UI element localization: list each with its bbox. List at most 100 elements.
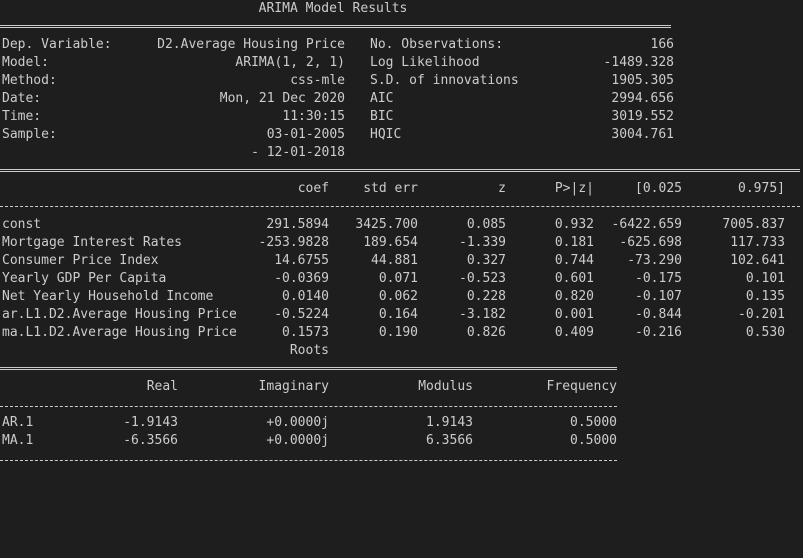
coef-column-header: [0.025 [635, 181, 682, 196]
ci-low-value: -0.107 [635, 289, 682, 304]
header-value: - 12-01-2018 [251, 145, 345, 160]
roots-column-header: Imaginary [258, 379, 329, 394]
header-value: D2.Average Housing Price [157, 37, 345, 52]
coef-column-header: coef [297, 181, 329, 196]
coef-variable-name: Mortgage Interest Rates [2, 235, 183, 250]
z-value: 0.826 [466, 325, 506, 340]
coef-column-header: std err [363, 181, 418, 196]
header-label: Sample: [2, 127, 57, 142]
coef-variable-name: Consumer Price Index [2, 253, 159, 268]
z-value: 0.228 [466, 289, 506, 304]
header-value: 11:30:15 [282, 109, 345, 124]
ci-high-value: 117.733 [730, 235, 785, 250]
p-value: 0.601 [554, 271, 594, 286]
z-value: 0.085 [466, 217, 506, 232]
z-value: -0.523 [459, 271, 506, 286]
root-imaginary: +0.0000j [266, 433, 329, 448]
p-value: 0.932 [554, 217, 594, 232]
std-err-value: 0.190 [378, 325, 418, 340]
p-value: 0.181 [554, 235, 594, 250]
header-label: Dep. Variable: [2, 37, 112, 52]
rule-dashed [0, 460, 617, 461]
header-label: Model: [2, 55, 49, 70]
coef-variable-name: Net Yearly Household Income [2, 289, 214, 304]
coef-value: 14.6755 [274, 253, 329, 268]
header-value: css-mle [290, 73, 345, 88]
roots-column-header: Modulus [418, 379, 473, 394]
rule-dashed [0, 406, 617, 407]
ci-high-value: 0.101 [745, 271, 785, 286]
header-value-2: 3019.552 [611, 109, 674, 124]
ci-low-value: -0.175 [635, 271, 682, 286]
ci-high-value: 7005.837 [722, 217, 785, 232]
rule-double [0, 367, 617, 370]
coef-column-header: z [498, 181, 506, 196]
ci-high-value: 0.135 [745, 289, 785, 304]
rule-dashed [0, 206, 800, 207]
root-modulus: 6.3566 [426, 433, 473, 448]
z-value: -1.339 [459, 235, 506, 250]
ci-low-value: -0.216 [635, 325, 682, 340]
header-value-2: 3004.761 [611, 127, 674, 142]
ci-high-value: -0.201 [738, 307, 785, 322]
coef-value: 0.1573 [282, 325, 329, 340]
root-frequency: 0.5000 [570, 415, 617, 430]
roots-column-header: Frequency [546, 379, 617, 394]
root-name: AR.1 [2, 415, 34, 430]
root-real: -6.3566 [123, 433, 178, 448]
coef-value: -253.9828 [258, 235, 329, 250]
coef-row: Consumer Price Index 14.6755 44.881 0.32… [0, 252, 803, 270]
ci-low-value: -6422.659 [611, 217, 682, 232]
header-row: Model: ARIMA(1, 2, 1) Log Likelihood -14… [0, 54, 803, 72]
header-row: Dep. Variable: D2.Average Housing Price … [0, 36, 803, 54]
coef-row: Mortgage Interest Rates -253.9828 189.65… [0, 234, 803, 252]
p-value: 0.409 [554, 325, 594, 340]
coef-value: -0.5224 [274, 307, 329, 322]
std-err-value: 44.881 [371, 253, 418, 268]
ci-low-value: -625.698 [619, 235, 682, 250]
coef-row: ma.L1.D2.Average Housing Price 0.1573 0.… [0, 324, 803, 342]
header-value-2: 166 [650, 37, 674, 52]
header-label-2: No. Observations: [370, 37, 504, 52]
coef-variable-name: ar.L1.D2.Average Housing Price [2, 307, 237, 322]
std-err-value: 0.071 [378, 271, 418, 286]
root-name: MA.1 [2, 433, 34, 448]
coef-variable-name: const [2, 217, 42, 232]
header-value: 03-01-2005 [266, 127, 345, 142]
coef-value: -0.0369 [274, 271, 329, 286]
header-label: Date: [2, 91, 42, 106]
root-frequency: 0.5000 [570, 433, 617, 448]
rule-double [0, 169, 800, 172]
header-row: Time: 11:30:15 BIC 3019.552 [0, 108, 803, 126]
header-value-2: 1905.305 [611, 73, 674, 88]
coef-row: Net Yearly Household Income 0.0140 0.062… [0, 288, 803, 306]
header-label-2: BIC [370, 109, 394, 124]
coef-value: 291.5894 [266, 217, 329, 232]
header-row: Date: Mon, 21 Dec 2020 AIC 2994.656 [0, 90, 803, 108]
rule-double [0, 25, 671, 28]
header-label: Time: [2, 109, 42, 124]
header-value-2: 2994.656 [611, 91, 674, 106]
coef-variable-name: Yearly GDP Per Capita [2, 271, 167, 286]
header-label-2: S.D. of innovations [370, 73, 519, 88]
ci-high-value: 0.530 [745, 325, 785, 340]
roots-row: MA.1 -6.3566 +0.0000j 6.3566 0.5000 [0, 432, 803, 450]
ci-high-value: 102.641 [730, 253, 785, 268]
z-value: -3.182 [459, 307, 506, 322]
results-title: ARIMA Model Results [258, 1, 408, 16]
coef-row: ar.L1.D2.Average Housing Price -0.5224 0… [0, 306, 803, 324]
z-value: 0.327 [466, 253, 506, 268]
ci-low-value: -0.844 [635, 307, 682, 322]
ci-low-value: -73.290 [627, 253, 682, 268]
results-title-line: ARIMA Model Results [0, 0, 408, 18]
root-real: -1.9143 [123, 415, 178, 430]
std-err-value: 0.164 [378, 307, 418, 322]
std-err-value: 189.654 [363, 235, 418, 250]
header-row: - 12-01-2018 [0, 144, 803, 162]
header-value-2: -1489.328 [603, 55, 674, 70]
coef-row: Yearly GDP Per Capita -0.0369 0.071 -0.5… [0, 270, 803, 288]
coef-column-header: P>|z| [554, 181, 594, 196]
root-imaginary: +0.0000j [266, 415, 329, 430]
header-label-2: HQIC [370, 127, 402, 142]
header-row: Sample: 03-01-2005 HQIC 3004.761 [0, 126, 803, 144]
